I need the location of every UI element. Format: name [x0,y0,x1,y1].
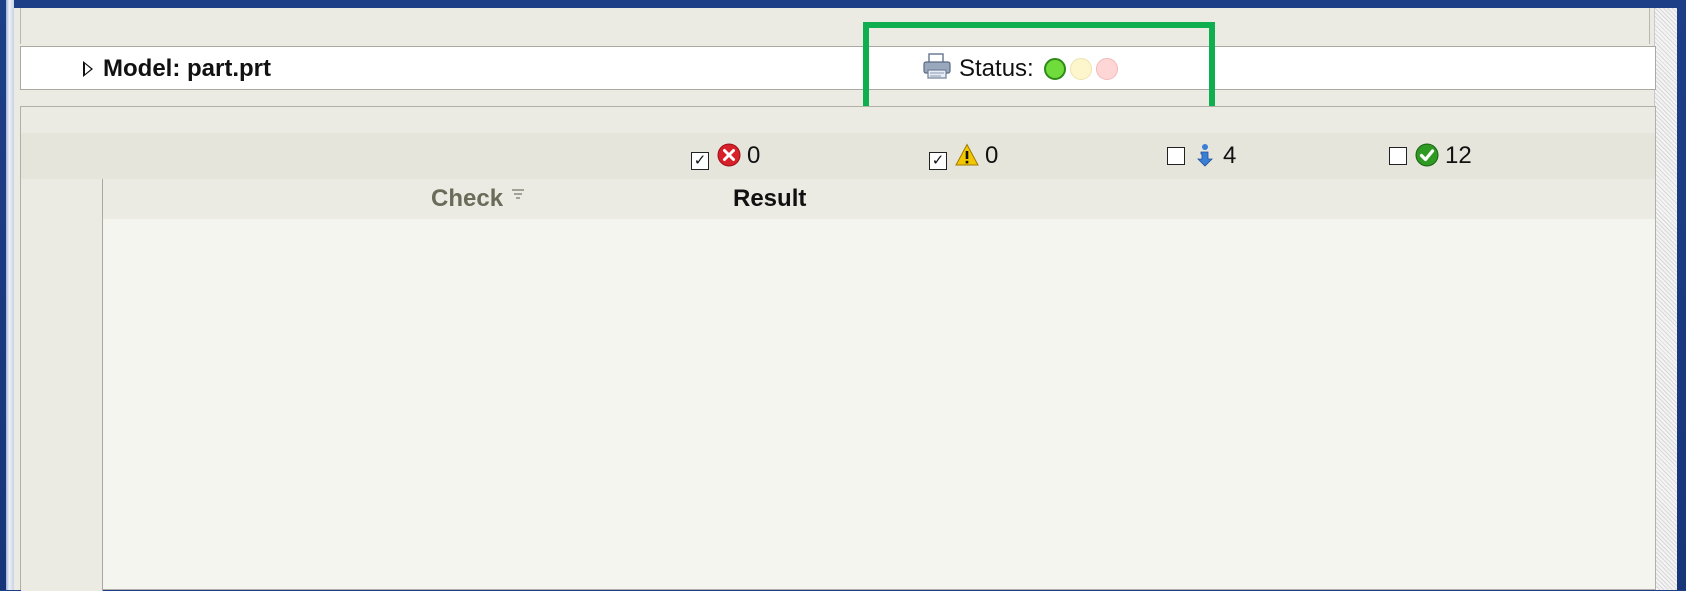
row-header-body [21,219,103,591]
model-expander[interactable]: Model: part.prt [83,47,271,91]
warnings-checkbox[interactable]: ✓ [929,152,947,170]
top-toolbar [20,8,1650,44]
column-check-label: Check [431,185,504,212]
status-red-light [1096,58,1119,80]
model-name-label: Model: part.prt [103,55,271,82]
ok-count: 12 [1445,142,1472,169]
filter-warnings[interactable]: ✓ 0 [929,133,998,179]
panel-tab-strip [21,107,1655,134]
status-yellow-light [1070,58,1093,80]
printer-icon[interactable] [921,52,953,80]
filter-info[interactable]: 4 [1167,133,1236,179]
column-header-check[interactable]: Check [431,179,525,219]
ok-checkbox[interactable] [1389,147,1407,165]
results-panel: ✓ 0 ✓ 0 4 12 Check Result [20,106,1656,591]
info-checkbox[interactable] [1167,147,1185,165]
expand-triangle-icon[interactable] [83,61,93,77]
table-header-row: Check Result [21,179,1655,220]
info-count: 4 [1223,142,1237,169]
status-indicator: Status: [921,47,1119,91]
filter-row: ✓ 0 ✓ 0 4 12 [21,133,1655,180]
warnings-count: 0 [985,142,999,169]
sort-filter-icon[interactable] [511,188,525,202]
errors-checkbox[interactable]: ✓ [691,152,709,170]
filter-ok[interactable]: 12 [1389,133,1472,179]
ok-check-icon [1415,143,1439,167]
status-green-light [1044,58,1067,80]
results-table-body [103,219,1655,589]
window-right-border [1654,8,1677,590]
model-bar: Model: part.prt Status: [20,46,1656,90]
filter-errors[interactable]: ✓ 0 [691,133,760,179]
column-header-result[interactable]: Result [733,179,806,219]
errors-count: 0 [747,142,761,169]
window-left-frame [6,0,14,590]
status-label: Status: [959,55,1034,82]
error-icon [717,143,741,167]
info-icon [1197,144,1213,167]
warning-icon [955,143,979,166]
